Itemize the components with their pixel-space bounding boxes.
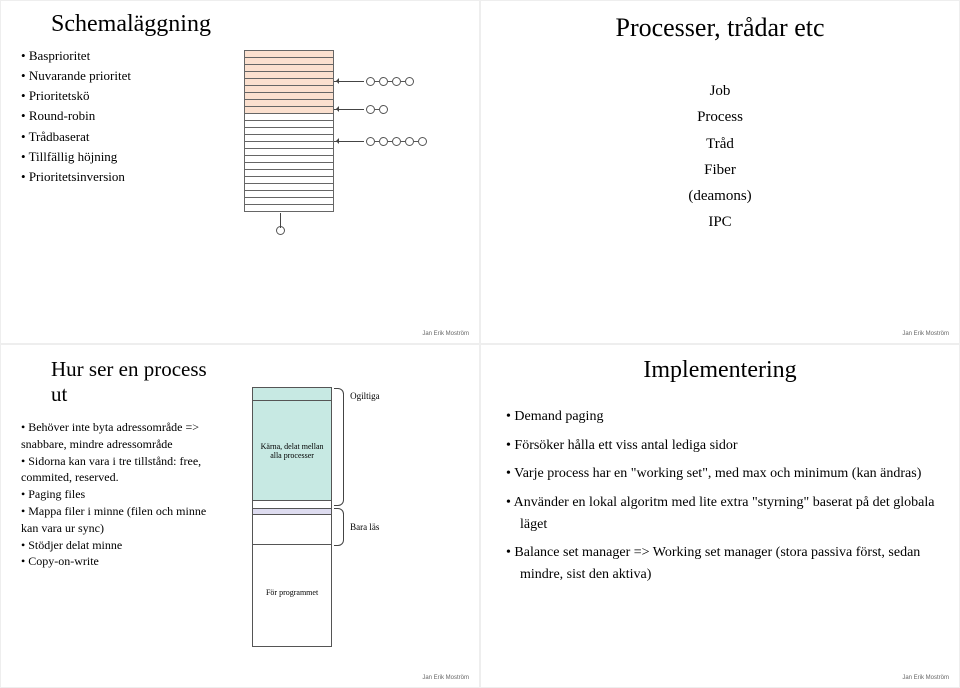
brace-icon bbox=[334, 388, 344, 506]
list-item: Prioritetskö bbox=[21, 86, 204, 106]
list-item: Trådbaserat bbox=[21, 127, 204, 147]
list-item: Paging files bbox=[21, 486, 222, 503]
slide1-bullets: Basprioritet Nuvarande prioritet Priorit… bbox=[16, 46, 204, 187]
mem-segment bbox=[253, 500, 331, 508]
mem-segment-kernel: Kärna, delat mellan alla processer bbox=[253, 400, 331, 500]
slide1-title: Schemaläggning bbox=[51, 11, 204, 38]
slide-footer: Jan Erik Moström bbox=[902, 675, 949, 681]
slide-processer: Processer, trådar etc Job Process Tråd F… bbox=[480, 0, 960, 344]
slide-process-layout: Hur ser en process ut Behöver inte byta … bbox=[0, 344, 480, 688]
list-item: Tillfällig höjning bbox=[21, 147, 204, 167]
thread-chain-icon bbox=[366, 77, 414, 86]
mem-segment bbox=[253, 514, 331, 544]
brace-icon bbox=[334, 508, 344, 546]
priority-queue-icon bbox=[244, 51, 334, 212]
list-item: Fiber bbox=[688, 157, 751, 183]
slide4-bullets: Demand paging Försöker hålla ett viss an… bbox=[496, 406, 944, 586]
slide3-bullets: Behöver inte byta adressområde => snabba… bbox=[16, 419, 222, 570]
slide-footer: Jan Erik Moström bbox=[902, 331, 949, 337]
list-item: Sidorna kan vara i tre tillstånd: free, … bbox=[21, 453, 222, 487]
list-item: Prioritetsinversion bbox=[21, 167, 204, 187]
slide2-title: Processer, trådar etc bbox=[615, 13, 824, 43]
slide-footer: Jan Erik Moström bbox=[422, 331, 469, 337]
slide3-text-col: Hur ser en process ut Behöver inte byta … bbox=[16, 355, 222, 662]
slide4-title: Implementering bbox=[496, 357, 944, 384]
list-item: Basprioritet bbox=[21, 46, 204, 66]
arrow-icon bbox=[334, 141, 364, 142]
list-item: Demand paging bbox=[506, 406, 944, 428]
arrow-icon bbox=[334, 81, 364, 82]
slide-schemalaggning: Schemaläggning Basprioritet Nuvarande pr… bbox=[0, 0, 480, 344]
connector-line-icon bbox=[280, 213, 281, 228]
brace-label: Ogiltiga bbox=[350, 391, 380, 401]
list-item: Balance set manager => Working set manag… bbox=[506, 542, 944, 585]
thread-chain-icon bbox=[366, 137, 427, 146]
mem-segment-program: För programmet bbox=[253, 544, 331, 639]
mem-segment bbox=[253, 388, 331, 400]
memory-column-icon: Kärna, delat mellan alla processer För p… bbox=[252, 387, 332, 647]
slide3-title: Hur ser en process ut bbox=[51, 357, 222, 407]
list-item: (deamons) bbox=[688, 183, 751, 209]
list-item: Copy-on-write bbox=[21, 553, 222, 570]
list-item: Round-robin bbox=[21, 106, 204, 126]
slide1-diagram bbox=[204, 11, 464, 318]
slide2-list: Job Process Tråd Fiber (deamons) IPC bbox=[688, 78, 751, 236]
list-item: Mappa filer i minne (filen och minne kan… bbox=[21, 503, 222, 537]
list-item: Försöker hålla ett viss antal lediga sid… bbox=[506, 435, 944, 457]
thread-chain-icon bbox=[366, 105, 388, 114]
slide3-diagram: Kärna, delat mellan alla processer För p… bbox=[222, 355, 464, 662]
list-item: Stödjer delat minne bbox=[21, 537, 222, 554]
list-item: Job bbox=[688, 78, 751, 104]
list-item: Använder en lokal algoritm med lite extr… bbox=[506, 492, 944, 535]
brace-label: Bara läs bbox=[350, 522, 379, 532]
slide-footer: Jan Erik Moström bbox=[422, 675, 469, 681]
list-item: Varje process har en "working set", med … bbox=[506, 463, 944, 485]
slide-implementering: Implementering Demand paging Försöker hå… bbox=[480, 344, 960, 688]
list-item: Behöver inte byta adressområde => snabba… bbox=[21, 419, 222, 453]
list-item: Process bbox=[688, 104, 751, 130]
slide1-text-col: Schemaläggning Basprioritet Nuvarande pr… bbox=[16, 11, 204, 318]
list-item: IPC bbox=[688, 209, 751, 235]
list-item: Tråd bbox=[688, 131, 751, 157]
arrow-icon bbox=[334, 109, 364, 110]
list-item: Nuvarande prioritet bbox=[21, 66, 204, 86]
